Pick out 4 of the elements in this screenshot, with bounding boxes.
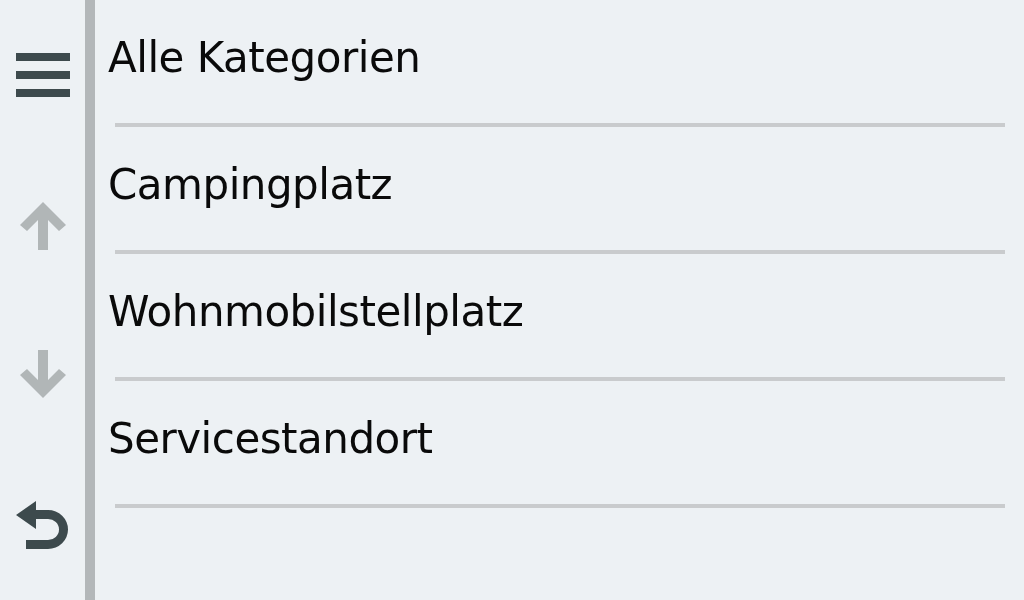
category-label: Alle Kategorien — [108, 33, 421, 82]
category-label: Servicestandort — [108, 414, 433, 463]
category-label: Wohnmobilstellplatz — [108, 287, 524, 336]
category-label: Campingplatz — [108, 160, 393, 209]
